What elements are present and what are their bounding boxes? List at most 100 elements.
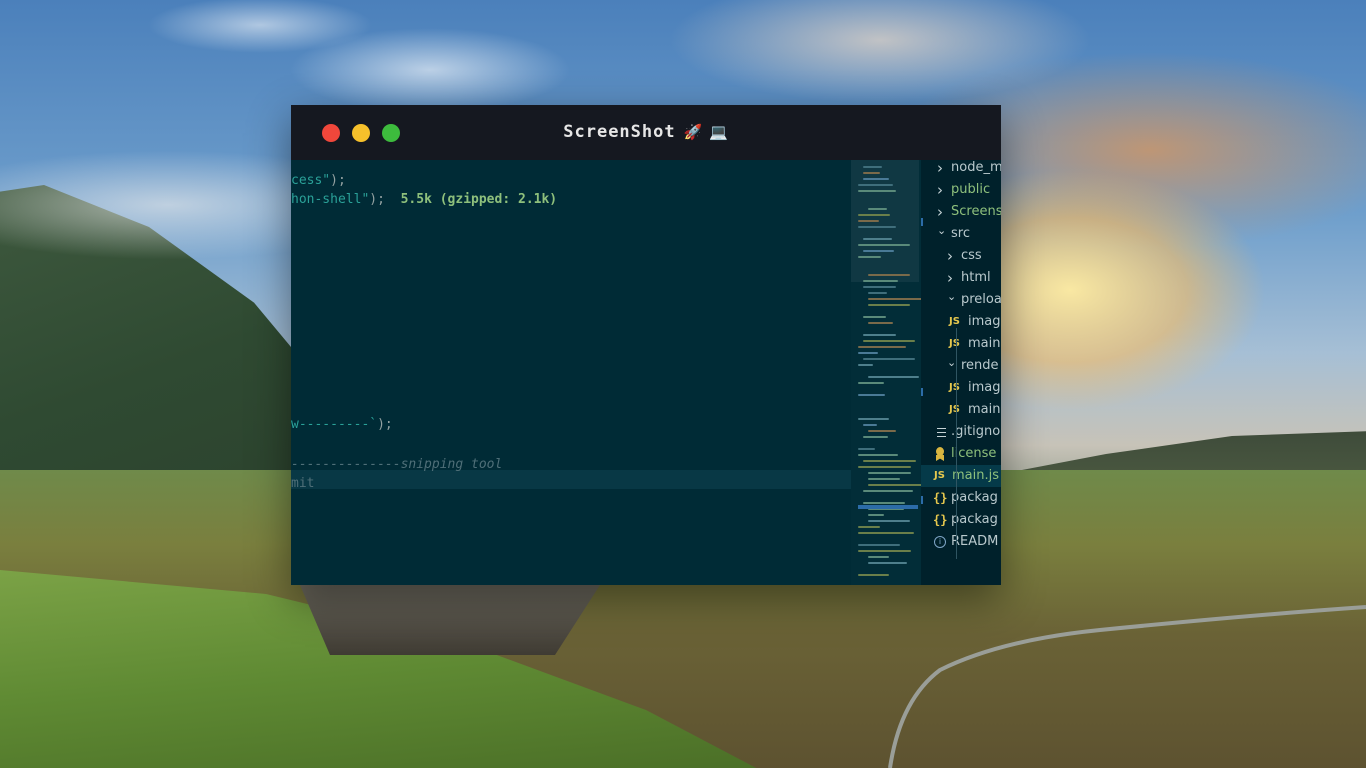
minimap-line bbox=[868, 322, 893, 324]
minimap-line bbox=[858, 544, 900, 546]
json-file-icon: {} bbox=[933, 491, 948, 505]
explorer-item-label: packag bbox=[951, 490, 998, 505]
minimap-line bbox=[858, 220, 879, 222]
title-bar[interactable]: ScreenShot 🚀 💻 bbox=[291, 105, 1001, 160]
minimap-line bbox=[858, 454, 898, 456]
code-token: mit bbox=[291, 476, 315, 491]
minimap-line bbox=[863, 280, 898, 282]
explorer-item[interactable]: ⌄ preloa bbox=[921, 289, 1001, 311]
explorer-item[interactable]: › public bbox=[921, 179, 1001, 201]
indent-guide bbox=[956, 460, 957, 559]
minimap-line bbox=[863, 436, 888, 438]
minimap-line bbox=[858, 550, 911, 552]
explorer-item-label: public bbox=[951, 182, 991, 197]
minimap-line bbox=[868, 274, 910, 276]
minimap-line bbox=[863, 340, 915, 342]
minimap-line bbox=[858, 214, 890, 216]
license-icon bbox=[936, 447, 944, 456]
explorer-item-label: .gitigno bbox=[951, 424, 1001, 439]
minimap-line bbox=[863, 334, 896, 336]
minimap-line bbox=[858, 418, 889, 420]
explorer-item-label: imag bbox=[968, 380, 1001, 395]
code-line: cess"); bbox=[291, 171, 346, 190]
explorer-item-label: imag bbox=[968, 314, 1001, 329]
minimap-line bbox=[863, 316, 886, 318]
explorer-item-label: main bbox=[968, 402, 1001, 417]
minimap-line bbox=[863, 286, 896, 288]
chevron-right-icon: › bbox=[937, 181, 943, 199]
minimap-line bbox=[868, 208, 887, 210]
explorer-item-label: Screens bbox=[951, 204, 1001, 219]
explorer-item-label: css bbox=[961, 248, 982, 263]
explorer-item[interactable]: JS main bbox=[921, 333, 1001, 355]
code-token: --------------snipping tool bbox=[291, 457, 503, 472]
explorer-item[interactable]: JS imag bbox=[921, 311, 1001, 333]
minimap-line bbox=[863, 238, 892, 240]
window-title: ScreenShot 🚀 💻 bbox=[291, 122, 1001, 142]
minimap-line bbox=[868, 514, 884, 516]
code-line: w---------`); bbox=[291, 415, 393, 434]
code-token: ); bbox=[369, 192, 385, 207]
explorer-item-label: preloa bbox=[961, 292, 1001, 307]
minimap-line bbox=[868, 484, 921, 486]
explorer-item-label: license bbox=[951, 446, 997, 461]
minimap-line bbox=[858, 532, 914, 534]
rocket-laptop-icon: 🚀 💻 bbox=[683, 123, 729, 141]
minimap-line bbox=[863, 172, 880, 174]
explorer-item[interactable]: {} packag bbox=[921, 509, 1001, 531]
minimap-selection-marker bbox=[858, 505, 918, 509]
code-editor[interactable]: cess"); hon-shell"); 5.5k (gzipped: 2.1k)… bbox=[291, 160, 851, 585]
explorer-item[interactable]: i READM bbox=[921, 531, 1001, 553]
code-line: --------------snipping tool bbox=[291, 455, 502, 474]
explorer-item[interactable]: › Screens bbox=[921, 201, 1001, 223]
minimap-line bbox=[863, 358, 915, 360]
explorer-item[interactable]: › css bbox=[921, 245, 1001, 267]
minimap-line bbox=[863, 166, 882, 168]
info-icon: i bbox=[934, 536, 946, 548]
explorer-item[interactable]: ⌄ rende bbox=[921, 355, 1001, 377]
js-file-icon: JS bbox=[949, 382, 960, 393]
minimap-line bbox=[858, 346, 906, 348]
code-line: mit bbox=[291, 474, 314, 493]
minimap[interactable] bbox=[851, 160, 921, 585]
explorer-item-label: html bbox=[961, 270, 991, 285]
screenshot-window: ScreenShot 🚀 💻 cess"); hon-shell"); 5.5k (… bbox=[291, 105, 1001, 585]
explorer-item-label: packag bbox=[951, 512, 998, 527]
minimap-line bbox=[863, 490, 913, 492]
explorer-item[interactable]: › node_m bbox=[921, 160, 1001, 179]
minimap-line bbox=[868, 430, 896, 432]
minimap-line bbox=[868, 298, 921, 300]
code-token: 5.5k (gzipped: 2.1k) bbox=[384, 192, 558, 207]
minimap-line bbox=[858, 352, 878, 354]
minimap-line bbox=[868, 376, 919, 378]
explorer-item[interactable]: JS main bbox=[921, 399, 1001, 421]
scroll-marker bbox=[921, 496, 923, 504]
minimap-line bbox=[868, 292, 887, 294]
minimap-line bbox=[863, 460, 916, 462]
explorer-item[interactable]: {} packag bbox=[921, 487, 1001, 509]
window-title-text: ScreenShot bbox=[563, 122, 676, 142]
minimap-line bbox=[858, 256, 881, 258]
code-token: cess" bbox=[291, 173, 331, 188]
explorer-item[interactable]: JS imag bbox=[921, 377, 1001, 399]
chevron-down-icon: ⌄ bbox=[947, 290, 957, 303]
minimap-line bbox=[863, 178, 889, 180]
chevron-down-icon: ⌄ bbox=[947, 356, 957, 369]
explorer-item[interactable]: › html bbox=[921, 267, 1001, 289]
explorer-item[interactable]: JS main.js bbox=[921, 465, 1001, 487]
minimap-line bbox=[858, 244, 910, 246]
chevron-right-icon: › bbox=[947, 247, 953, 265]
explorer-item-label: READM bbox=[951, 534, 999, 549]
minimap-line bbox=[868, 520, 910, 522]
file-explorer[interactable]: › node_m › public › Screens ⌄ src › css › html ⌄ prel… bbox=[921, 160, 1001, 585]
scroll-marker bbox=[921, 218, 923, 226]
explorer-item[interactable]: license bbox=[921, 443, 1001, 465]
minimap-line bbox=[863, 250, 894, 252]
text-file-icon bbox=[937, 428, 946, 437]
minimap-line bbox=[858, 226, 896, 228]
explorer-item-label: node_m bbox=[951, 160, 1001, 175]
minimap-line bbox=[858, 394, 885, 396]
explorer-item[interactable]: ⌄ src bbox=[921, 223, 1001, 245]
explorer-item[interactable]: .gitigno bbox=[921, 421, 1001, 443]
minimap-line bbox=[858, 526, 880, 528]
